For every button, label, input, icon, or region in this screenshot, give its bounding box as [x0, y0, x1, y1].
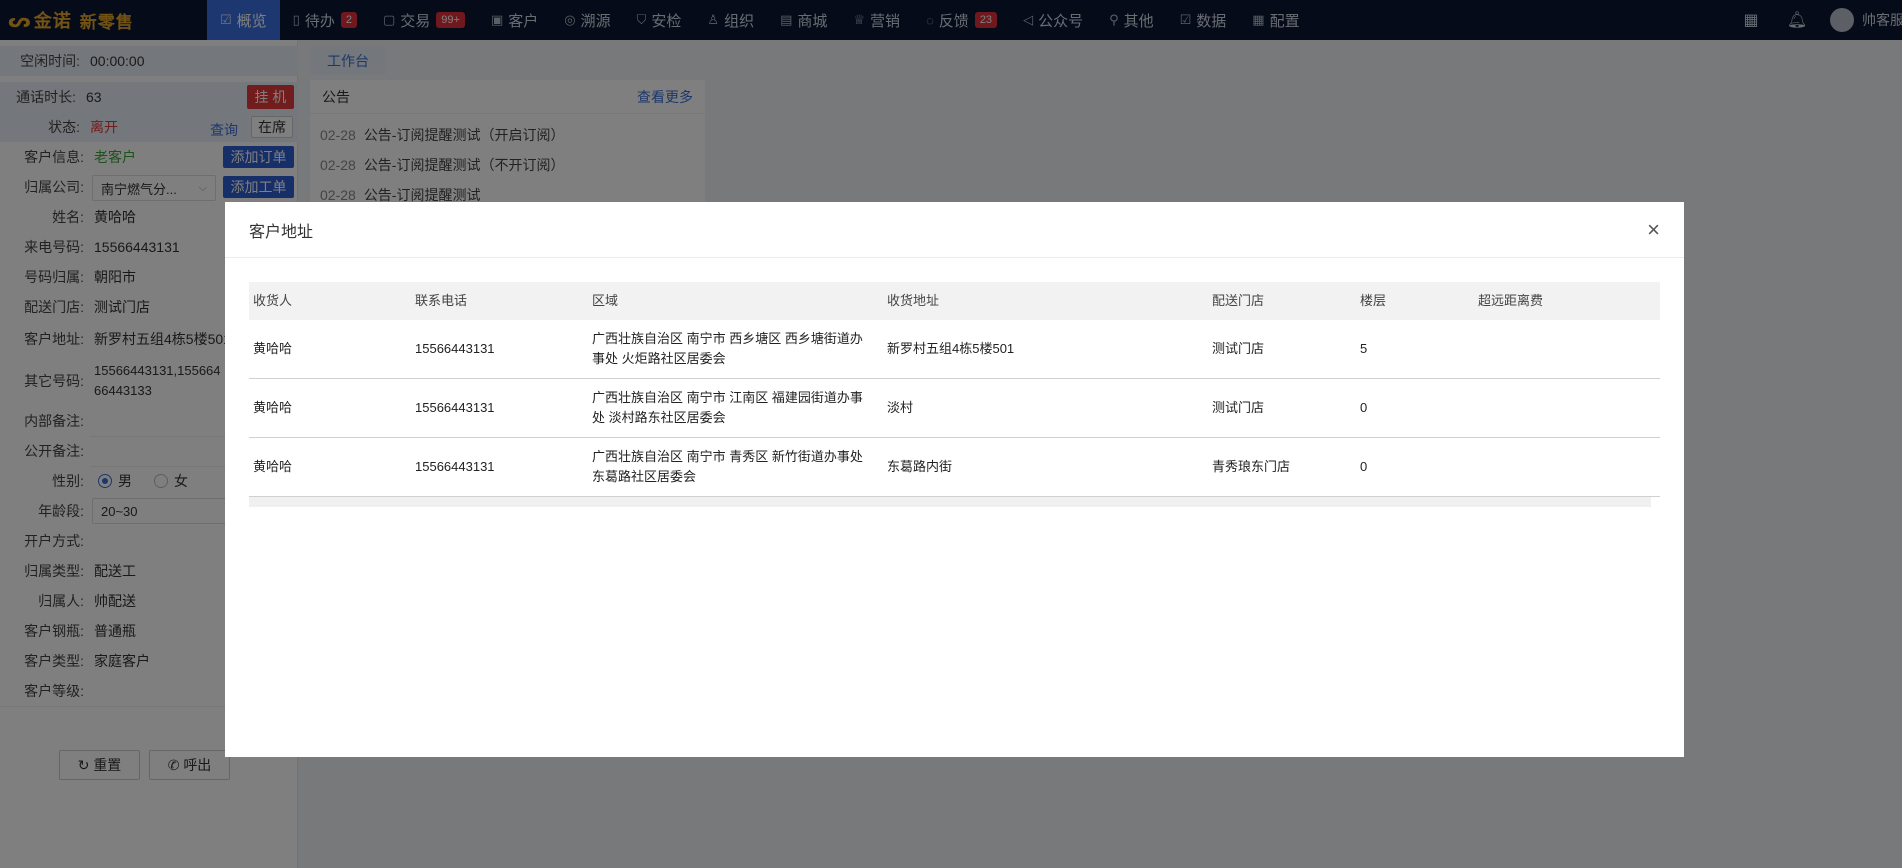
- cell-address: 东葛路内街: [887, 459, 953, 474]
- column-header: 超远距离费: [1478, 293, 1544, 308]
- table-row[interactable]: 黄哈哈 15566443131 广西壮族自治区 南宁市 江南区 福建园街道办事处 淡…: [249, 379, 1660, 438]
- cell-phone: 15566443131: [415, 400, 495, 415]
- horizontal-scrollbar[interactable]: [249, 497, 1651, 507]
- cell-receiver: 黄哈哈: [253, 459, 293, 474]
- cell-store: 测试门店: [1212, 341, 1265, 356]
- table-header: 收货人 联系电话 区域 收货地址 配送门店 楼层 超远距离费: [249, 282, 1660, 320]
- cell-floor: 0: [1360, 400, 1368, 415]
- cell-receiver: 黄哈哈: [253, 400, 293, 415]
- cell-store: 测试门店: [1212, 400, 1265, 415]
- column-header: 配送门店: [1212, 293, 1265, 308]
- table-row[interactable]: 黄哈哈 15566443131 广西壮族自治区 南宁市 西乡塘区 西乡塘街道办事处 …: [249, 320, 1660, 379]
- cell-store: 青秀琅东门店: [1212, 459, 1291, 474]
- close-icon[interactable]: ×: [1647, 218, 1660, 241]
- column-header: 区域: [592, 293, 619, 308]
- dialog-header: 客户地址 ×: [225, 202, 1684, 258]
- cell-receiver: 黄哈哈: [253, 341, 293, 356]
- cell-floor: 5: [1360, 341, 1368, 356]
- cell-area: 广西壮族自治区 南宁市 青秀区 新竹街道办事处 东葛路社区居委会: [592, 449, 863, 484]
- cell-address: 新罗村五组4栋5楼501: [887, 341, 1015, 356]
- table-row[interactable]: 黄哈哈 15566443131 广西壮族自治区 南宁市 青秀区 新竹街道办事处 东葛…: [249, 438, 1660, 497]
- column-header: 楼层: [1360, 293, 1387, 308]
- cell-area: 广西壮族自治区 南宁市 江南区 福建园街道办事处 淡村路东社区居委会: [592, 390, 863, 425]
- table-body: 黄哈哈 15566443131 广西壮族自治区 南宁市 西乡塘区 西乡塘街道办事处 …: [249, 320, 1660, 497]
- cell-floor: 0: [1360, 459, 1368, 474]
- cell-phone: 15566443131: [415, 341, 495, 356]
- column-header: 联系电话: [415, 293, 468, 308]
- customer-address-dialog: 客户地址 × 收货人 联系电话 区域 收货地址 配送门店 楼层 超远距离费 黄哈哈 15566…: [225, 202, 1684, 757]
- cell-phone: 15566443131: [415, 459, 495, 474]
- column-header: 收货人: [253, 293, 293, 308]
- cell-address: 淡村: [887, 400, 914, 415]
- dialog-title: 客户地址: [249, 223, 314, 241]
- cell-area: 广西壮族自治区 南宁市 西乡塘区 西乡塘街道办事处 火炬路社区居委会: [592, 331, 863, 366]
- column-header: 收货地址: [887, 293, 940, 308]
- address-table: 收货人 联系电话 区域 收货地址 配送门店 楼层 超远距离费 黄哈哈 15566443131 广…: [249, 282, 1660, 507]
